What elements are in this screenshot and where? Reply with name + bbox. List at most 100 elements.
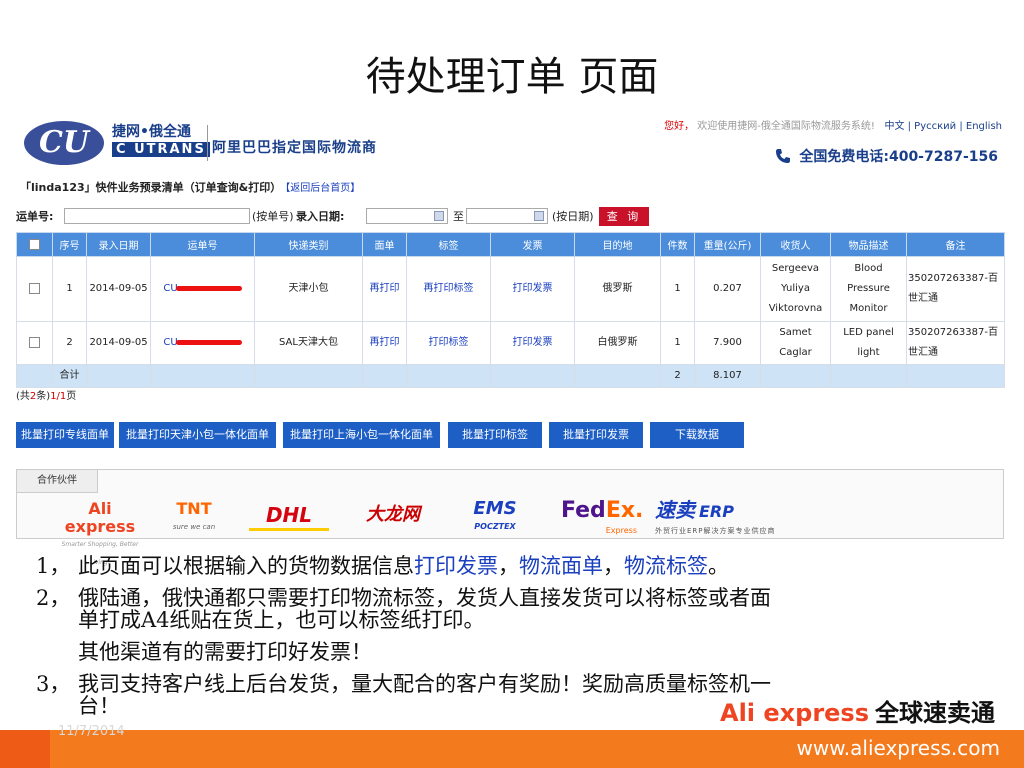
total-empty-cell <box>574 364 661 388</box>
cell-destination: 白俄罗斯 <box>574 321 661 365</box>
page-heading-text: 「linda123」快件业务预录清单（订单查询&打印） <box>20 181 282 194</box>
fedex-logo[interactable]: FedEx. Express <box>561 498 643 536</box>
waybill-label: 运单号: <box>16 210 54 223</box>
note-3-continued: 台！ <box>78 694 120 718</box>
reprint-label-link[interactable]: 再打印标签 <box>424 283 474 294</box>
cell-quantity: 1 <box>660 321 695 365</box>
row-select-cell[interactable] <box>16 321 53 365</box>
column-header: 标签 <box>406 232 491 257</box>
row-checkbox[interactable] <box>29 336 40 348</box>
aliexpress-logo[interactable]: Ali express Smarter Shopping, Better Liv… <box>55 500 145 567</box>
back-home-link[interactable]: 【返回后台首页】 <box>285 183 360 194</box>
total-row: 合计 2 8.107 <box>16 364 1005 388</box>
cell-date: 2014-09-05 <box>86 321 151 365</box>
note-sep: ， <box>498 554 519 578</box>
total-empty-cell <box>86 364 151 388</box>
total-empty-cell <box>830 364 907 388</box>
language-links[interactable]: 中文 | Русский | English <box>884 121 1002 132</box>
cell-invoice: 打印发票 <box>490 256 575 322</box>
total-empty-cell <box>150 364 255 388</box>
batch-print-labels-button[interactable]: 批量打印标签 <box>448 422 542 448</box>
waybill-input[interactable] <box>64 208 250 224</box>
print-label-link[interactable]: 打印标签 <box>429 337 469 348</box>
footer-stripe <box>0 730 50 768</box>
footer-url[interactable]: www.aliexpress.com <box>797 736 1000 760</box>
partners-panel: 合作伙伴 Ali express Smarter Shopping, Bette… <box>16 469 1004 567</box>
total-empty-cell <box>362 364 407 388</box>
welcome-bar: 您好， 欢迎使用捷网-俄全通国际物流服务系统! 中文 | Русский | E… <box>664 117 1002 132</box>
ems-sub-text: POCZTEX <box>474 522 516 531</box>
redaction-mark <box>175 285 242 291</box>
cell-waybill: CU <box>150 321 255 365</box>
entry-date-label: 录入日期: <box>296 210 345 223</box>
tnt-slogan: sure we can <box>172 523 216 531</box>
fedex-fed: Fed <box>561 498 606 523</box>
reprint-sheet-link[interactable]: 再打印 <box>370 283 400 294</box>
print-invoice-link[interactable]: 打印发票 <box>513 283 553 294</box>
date-to-label: 至 <box>453 210 464 223</box>
column-header: 面单 <box>362 232 407 257</box>
batch-print-shanghai-sheet-button[interactable]: 批量打印上海小包一体化面单 <box>283 422 440 448</box>
note-line: 350207263387-百 <box>908 273 998 284</box>
print-invoice-link[interactable]: 打印发票 <box>513 337 553 348</box>
batch-print-dedicated-sheet-button[interactable]: 批量打印专线面单 <box>16 422 114 448</box>
dhl-logo[interactable]: DHL <box>249 500 329 531</box>
total-empty-cell <box>906 364 1005 388</box>
note-text: 我司支持客户线上后台发货，量大配合的客户有奖励！奖励高质量标签机一 <box>78 672 771 696</box>
date-stamp: 11/7/2014 <box>58 724 125 739</box>
redaction-mark <box>175 339 242 345</box>
cell-receiver: Samet Caglar <box>760 321 831 365</box>
sumai-erp-text: ERP <box>699 502 734 521</box>
slide-title: 待处理订单 页面 <box>365 54 659 100</box>
download-data-button[interactable]: 下载数据 <box>650 422 744 448</box>
welcome-greeting: 您好， <box>664 121 695 132</box>
cell-label: 再打印标签 <box>406 256 491 322</box>
fedex-sub: Express <box>605 526 637 535</box>
note-number: 3， <box>36 672 71 696</box>
note-text: 俄陆通，俄快通都只需要打印物流标签，发货人直接发货可以将标签或者面 <box>78 586 771 610</box>
query-button[interactable]: 查 询 <box>599 207 649 226</box>
by-date-label: (按日期) <box>552 210 594 223</box>
select-all-checkbox[interactable] <box>29 238 40 250</box>
note-highlight: 物流标签 <box>624 554 708 578</box>
batch-print-tianjin-sheet-button[interactable]: 批量打印天津小包一体化面单 <box>119 422 276 448</box>
cell-destination: 俄罗斯 <box>574 256 661 322</box>
table-row: 2 2014-09-05 CU SAL天津大包 再打印 打印标签 打印发票 白俄… <box>16 321 1005 365</box>
note-line: 世汇通 <box>908 293 938 304</box>
tnt-logo[interactable]: TNT sure we can <box>169 500 219 532</box>
cell-weight: 7.900 <box>694 321 761 365</box>
note-number: 1， <box>36 554 71 578</box>
cell-sheet: 再打印 <box>362 256 407 322</box>
row-select-cell[interactable] <box>16 256 53 322</box>
pager-prefix: (共 <box>16 391 30 402</box>
aliexpress-logo-text: Ali express <box>64 499 136 536</box>
note-line: 350207263387-百 <box>908 327 998 338</box>
partners-tab: 合作伙伴 <box>17 470 98 493</box>
screenshot-panel: CU 捷网•俄全通 C UTRANS 阿里巴巴指定国际物流商 您好， 欢迎使用捷… <box>14 111 1006 567</box>
calendar-icon[interactable] <box>534 211 544 221</box>
ems-logo[interactable]: EMS POCZTEX <box>451 500 539 532</box>
dalong-logo[interactable]: 大龙网 <box>361 500 425 532</box>
cell-weight: 0.207 <box>694 256 761 322</box>
calendar-icon[interactable] <box>434 211 444 221</box>
column-header: 收货人 <box>760 232 831 257</box>
brand-divider <box>207 125 208 161</box>
row-checkbox[interactable] <box>29 282 40 294</box>
batch-print-invoices-button[interactable]: 批量打印发票 <box>549 422 643 448</box>
cell-description: LED panel light <box>830 321 907 365</box>
column-header: 物品描述 <box>830 232 907 257</box>
reprint-sheet-link[interactable]: 再打印 <box>370 337 400 348</box>
total-empty-cell <box>406 364 491 388</box>
note-1: 1， 此页面可以根据输入的货物数据信息打印发票，物流面单，物流标签。 <box>36 554 729 578</box>
column-header: 序号 <box>52 232 87 257</box>
description-line: Blood Pressure <box>847 263 890 294</box>
banner-cn: 全球速卖通 <box>875 699 996 727</box>
orders-table: 序号 录入日期 运单号 快递类别 面单 标签 发票 目的地 件数 重量(公斤) … <box>16 232 1005 388</box>
brand-name-cn: 捷网•俄全通 <box>112 124 191 140</box>
sumai-erp-logo[interactable]: 速卖 ERP 外贸行业ERP解决方案专业供应商 <box>655 500 855 535</box>
select-all-cell[interactable] <box>16 232 53 257</box>
table-header-row: 序号 录入日期 运单号 快递类别 面单 标签 发票 目的地 件数 重量(公斤) … <box>16 232 1005 257</box>
cell-note: 350207263387-百 世汇通 <box>906 256 1005 322</box>
column-header: 发票 <box>490 232 575 257</box>
note-2: 2， 俄陆通，俄快通都只需要打印物流标签，发货人直接发货可以将标签或者面 <box>36 586 771 610</box>
